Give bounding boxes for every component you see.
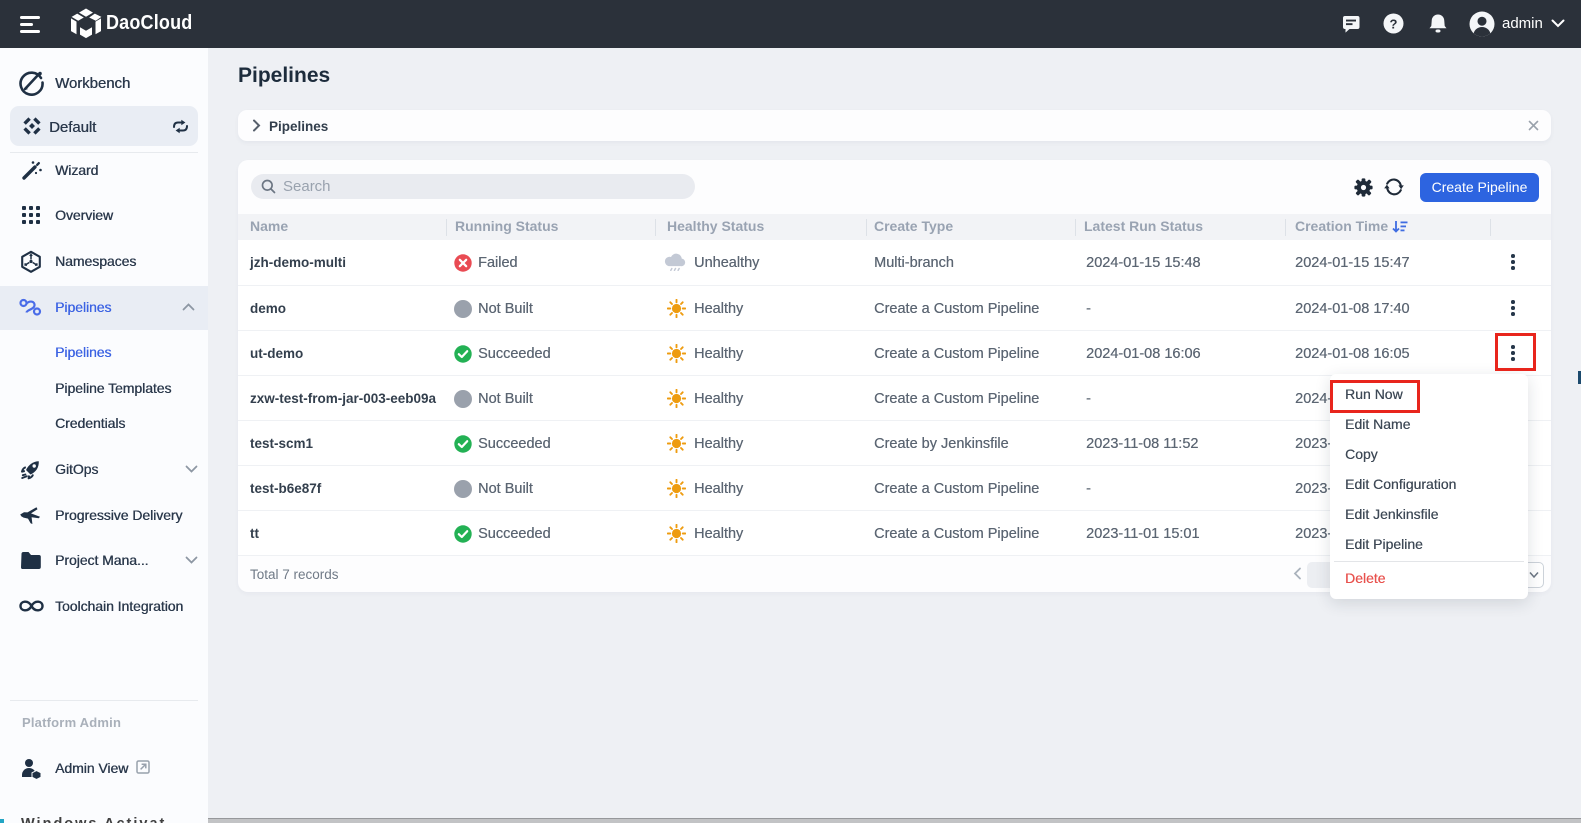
svg-text:?: ?	[1390, 17, 1398, 32]
